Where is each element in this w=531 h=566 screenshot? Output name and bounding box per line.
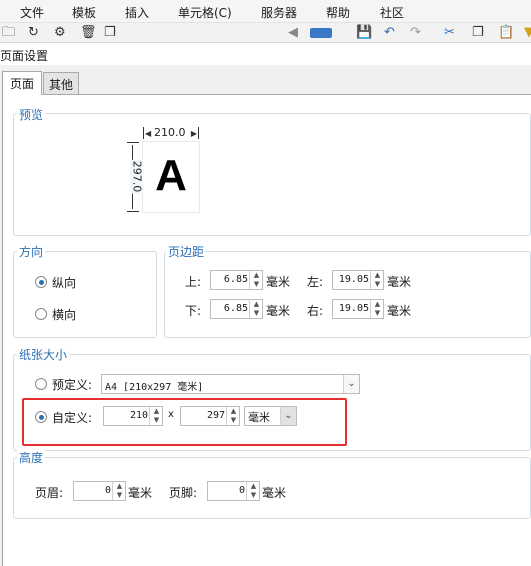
margin-top-stepper[interactable]: 6.85 ▲ ▼	[210, 270, 263, 290]
align-icon[interactable]	[310, 28, 332, 38]
menu-community[interactable]: 社区	[380, 4, 404, 21]
stepper-down-icon[interactable]: ▼	[372, 280, 383, 289]
footer-height-value: 0	[238, 485, 245, 496]
margin-bottom-unit: 毫米	[266, 304, 291, 318]
margin-bottom-label: 下:	[185, 304, 202, 318]
tab-strip: 页面 其他	[0, 65, 531, 95]
open-icon[interactable]: 🗀	[2, 25, 15, 41]
height-group-title: 高度	[17, 449, 46, 466]
tab-page[interactable]: 页面	[2, 71, 42, 95]
custom-size-highlight	[22, 398, 347, 446]
dialog-titlebar: 页面设置	[0, 42, 531, 65]
stepper-down-icon[interactable]: ▼	[248, 491, 259, 500]
menu-server[interactable]: 服务器	[261, 4, 297, 21]
margin-left-value: 19.05	[338, 274, 369, 285]
margin-top-value: 6.85	[223, 274, 248, 285]
settings-icon[interactable]: ⚙	[54, 25, 66, 41]
stepper-up-icon[interactable]: ▲	[114, 482, 125, 491]
header-height-stepper[interactable]: 0 ▲ ▼	[73, 481, 126, 501]
preset-value: A4 [210x297 毫米]	[105, 382, 204, 393]
portrait-radio[interactable]	[35, 276, 47, 288]
margin-bottom-stepper[interactable]: 6.85 ▲ ▼	[210, 299, 263, 319]
redo-icon[interactable]: ↻	[28, 25, 39, 41]
menu-insert[interactable]: 插入	[125, 4, 149, 21]
width-label: 210.0	[152, 126, 188, 139]
cut-icon[interactable]: ✂	[444, 25, 455, 41]
header-label: 页眉:	[35, 486, 64, 500]
footer-height-stepper[interactable]: 0 ▲ ▼	[207, 481, 260, 501]
margin-left-unit: 毫米	[387, 275, 412, 289]
margin-top-unit: 毫米	[266, 275, 291, 289]
stepper-down-icon[interactable]: ▼	[114, 491, 125, 500]
landscape-radio[interactable]	[35, 308, 47, 320]
stepper-up-icon[interactable]: ▲	[251, 271, 262, 280]
header-height-value: 0	[104, 485, 111, 496]
margin-right-value: 19.05	[338, 303, 369, 314]
stepper-up-icon[interactable]: ▲	[372, 271, 383, 280]
stepper-up-icon[interactable]: ▲	[251, 300, 262, 309]
preview-group-title: 预览	[17, 106, 46, 123]
margins-group	[164, 251, 531, 338]
preset-select[interactable]: A4 [210x297 毫米] ⌄	[101, 374, 360, 394]
tab-other[interactable]: 其他	[43, 72, 79, 95]
stepper-up-icon[interactable]: ▲	[372, 300, 383, 309]
margin-top-label: 上:	[185, 275, 202, 289]
portrait-label: 纵向	[52, 276, 77, 290]
margins-group-title: 页边距	[166, 243, 207, 260]
redo-arrow-icon[interactable]: ↷	[410, 25, 421, 41]
menu-bar: 文件 模板 插入 单元格(C) 服务器 帮助 社区	[0, 0, 531, 23]
header-unit: 毫米	[128, 486, 153, 500]
stepper-down-icon[interactable]: ▼	[251, 280, 262, 289]
menu-template[interactable]: 模板	[72, 4, 96, 21]
paper-size-group-title: 纸张大小	[17, 346, 70, 363]
copy-doc-icon[interactable]: ❐	[472, 25, 484, 41]
toolbar: 🗀 ↻ ⚙ 🗑 ❐ ◀ 💾 ↶ ↷ ✂ ❐ 📋 ▼	[0, 23, 531, 43]
footer-unit: 毫米	[262, 486, 287, 500]
preview-glyph: A	[155, 151, 187, 200]
menu-cell[interactable]: 单元格(C)	[178, 4, 232, 21]
stepper-down-icon[interactable]: ▼	[372, 309, 383, 318]
dropdown-icon[interactable]: ▼	[524, 25, 531, 41]
preset-radio[interactable]	[35, 378, 47, 390]
margin-right-label: 右:	[307, 304, 324, 318]
margin-bottom-value: 6.85	[223, 303, 248, 314]
save-icon[interactable]: 💾	[356, 25, 372, 41]
margin-left-stepper[interactable]: 19.05 ▲ ▼	[332, 270, 384, 290]
paste-icon[interactable]: 📋	[498, 25, 514, 41]
orientation-group-title: 方向	[17, 243, 46, 260]
stepper-up-icon[interactable]: ▲	[248, 482, 259, 491]
landscape-label: 横向	[52, 308, 77, 322]
margin-left-label: 左:	[307, 275, 324, 289]
footer-label: 页脚:	[169, 486, 198, 500]
height-label: 297.0	[130, 159, 144, 194]
preview-group	[13, 113, 531, 236]
margin-right-unit: 毫米	[387, 304, 412, 318]
menu-file[interactable]: 文件	[20, 4, 44, 21]
copy-icon[interactable]: ❐	[104, 25, 116, 41]
dialog-title: 页面设置	[0, 49, 49, 63]
chevron-down-icon[interactable]: ⌄	[343, 375, 359, 393]
preset-label: 预定义:	[52, 378, 93, 392]
undo-icon[interactable]: ↶	[384, 25, 395, 41]
stepper-down-icon[interactable]: ▼	[251, 309, 262, 318]
orientation-group	[13, 251, 157, 338]
scroll-left-icon[interactable]: ◀	[288, 25, 298, 41]
trash-icon[interactable]: 🗑	[80, 25, 97, 41]
menu-help[interactable]: 帮助	[326, 4, 350, 21]
margin-right-stepper[interactable]: 19.05 ▲ ▼	[332, 299, 384, 319]
